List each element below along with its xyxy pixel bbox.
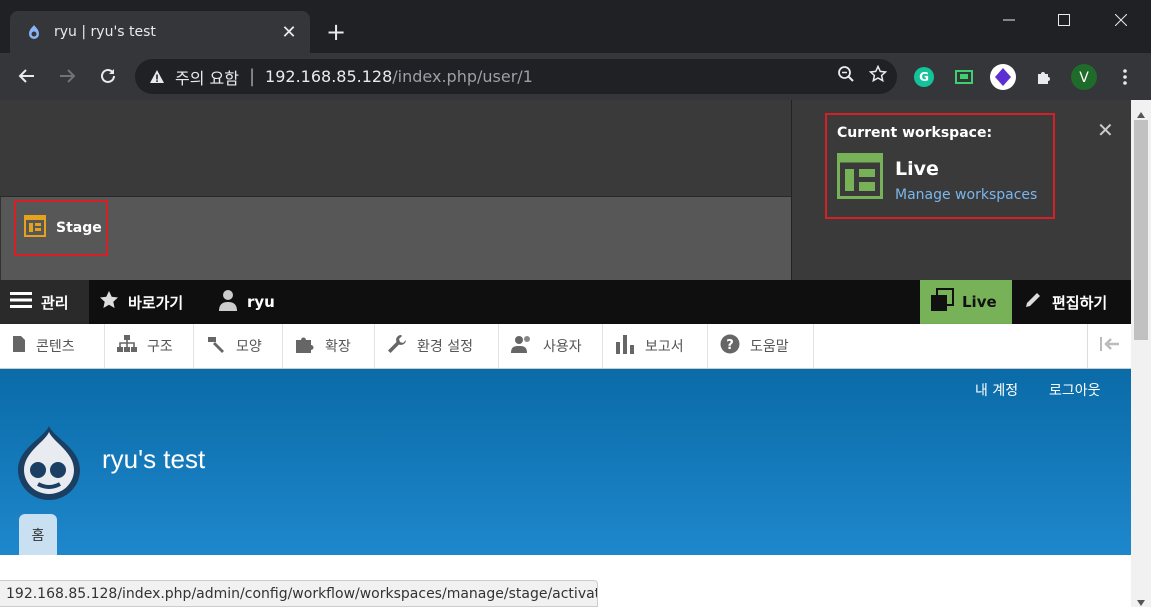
workspace-live-icon [837,153,883,203]
current-workspace-title: Current workspace: [837,125,993,141]
sitemap-icon [117,335,137,357]
tray-item-help[interactable]: ? 도움말 [708,324,814,368]
tray-item-label: 사용자 [543,339,582,355]
tray-item-label: 모양 [236,339,262,355]
zoom-icon[interactable] [837,65,855,87]
tray-item-label: 도움말 [750,339,789,355]
star-icon [99,290,119,314]
toolbar-manage-label: 관리 [41,293,69,312]
browser-menu-icon[interactable] [1111,63,1139,91]
workspace-list [0,197,791,280]
document-icon [12,335,26,357]
logout-link[interactable]: 로그아웃 [1049,380,1101,400]
toolbar-manage-button[interactable]: 관리 [0,280,89,324]
workspace-stack-icon [930,288,954,316]
tray-item-label: 확장 [325,339,351,355]
current-workspace-name: Live [895,158,939,180]
tray-orientation-toggle[interactable] [1087,324,1131,368]
drupal-favicon-icon [26,24,42,40]
tray-item-people[interactable]: 사용자 [499,324,603,368]
scroll-down-icon[interactable] [1136,592,1146,607]
tray-item-configuration[interactable]: 환경 설정 [375,324,499,368]
not-secure-label: 주의 요함 [175,68,239,88]
tray-item-reports[interactable]: 보고서 [603,324,708,368]
home-tab[interactable]: 홈 [19,514,57,555]
toolbar-live-label: Live [962,293,997,311]
bar-chart-icon [615,334,635,358]
scrollbar-thumb[interactable] [1134,120,1148,340]
tray-item-appearance[interactable]: 모양 [194,324,283,368]
svg-text:V: V [1079,70,1089,86]
tray-item-structure[interactable]: 구조 [105,324,194,368]
browser-tab-strip: ryu | ryu's test ✕ + [0,0,1151,53]
tab-title: ryu | ryu's test [54,24,156,40]
url-host: 192.168.85.128 [265,67,393,86]
workspace-bar-top [0,100,791,197]
new-tab-icon[interactable]: + [326,18,346,46]
tab-close-icon[interactable]: ✕ [280,22,298,43]
url-path: /index.php/user/1 [392,67,533,86]
admin-tray: 콘텐츠 구조 모양 확장 환경 설정 사용자 보고서 ? 도움말 [0,324,1131,369]
minimize-icon[interactable] [986,6,1032,34]
toolbar-edit-label: 편집하기 [1052,293,1108,312]
bookmark-star-icon[interactable] [868,64,888,87]
drupal-logo[interactable] [16,424,82,504]
workspace-stage-item[interactable]: Stage [14,200,108,256]
toolbar-edit-button[interactable]: 편집하기 [1012,280,1131,324]
extension-diamond-icon[interactable] [989,63,1017,91]
pencil-icon [1024,291,1042,313]
user-icon [218,289,238,315]
address-bar[interactable]: 주의 요함 | 192.168.85.128/index.php/user/1 [135,59,897,94]
collapse-left-icon [1099,336,1121,356]
help-icon: ? [720,334,740,358]
browser-tab[interactable]: ryu | ryu's test ✕ [10,11,310,53]
puzzle-icon [295,335,315,357]
url-separator: | [248,66,256,87]
forward-icon[interactable] [53,62,81,90]
paintbrush-icon [206,335,226,357]
people-icon [511,335,533,357]
extension-green-icon[interactable] [950,63,978,91]
workspace-close-icon[interactable]: ✕ [1097,118,1114,142]
maximize-icon[interactable] [1041,6,1087,34]
toolbar-workspace-live-button[interactable]: Live [920,280,1012,324]
tray-item-label: 콘텐츠 [36,339,75,355]
link-status-bar: 192.168.85.128/index.php/admin/config/wo… [0,580,598,607]
tray-item-label: 보고서 [645,339,684,355]
menu-hamburger-icon [10,291,32,313]
extensions-puzzle-icon[interactable] [1030,63,1058,91]
warning-icon [149,69,165,85]
tray-item-extend[interactable]: 확장 [283,324,375,368]
close-window-icon[interactable] [1098,6,1144,34]
wrench-icon [387,334,407,358]
reload-icon[interactable] [94,62,122,90]
browser-toolbar: 주의 요함 | 192.168.85.128/index.php/user/1 … [0,53,1151,100]
grammarly-icon[interactable]: G [910,63,938,91]
current-workspace-box: Current workspace: Live Manage workspace… [825,113,1055,219]
tray-item-label: 구조 [147,339,173,355]
back-icon[interactable] [13,62,41,90]
tray-item-content[interactable]: 콘텐츠 [0,324,105,368]
svg-text:?: ? [726,338,734,353]
site-name[interactable]: ryu's test [102,444,205,475]
workspace-stage-icon [24,215,46,241]
toolbar-shortcuts-label: 바로가기 [128,293,184,312]
toolbar-user-label: ryu [247,293,275,311]
profile-avatar[interactable]: V [1070,63,1098,91]
toolbar-shortcuts-button[interactable]: 바로가기 [99,280,183,324]
toolbar-user-button[interactable]: ryu [218,280,275,324]
my-account-link[interactable]: 내 계정 [975,380,1018,400]
workspace-stage-label: Stage [56,220,102,236]
tray-item-label: 환경 설정 [417,339,473,355]
manage-workspaces-link[interactable]: Manage workspaces [895,187,1037,203]
svg-text:G: G [919,70,929,84]
admin-toolbar: 관리 바로가기 ryu Live 편집하기 [0,280,1131,324]
